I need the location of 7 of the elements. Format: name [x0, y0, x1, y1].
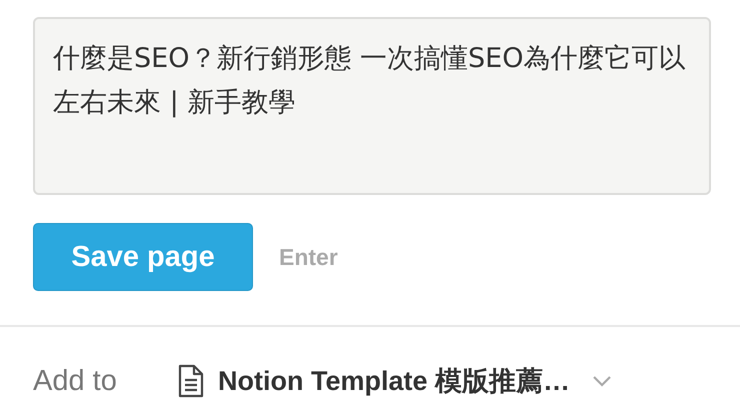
title-field[interactable]: 什麼是SEO？新行銷形態 一次搞懂SEO為什麼它可以左右未來 | 新手教學 — [33, 17, 711, 195]
page-picker[interactable]: Notion Template 模版推薦… — [178, 363, 612, 399]
chevron-icon — [592, 375, 612, 387]
add-to-label: Add to — [33, 364, 118, 398]
page-name: Notion Template 模版推薦… — [218, 365, 570, 398]
shortcut-hint: Enter — [279, 244, 338, 270]
document-icon — [178, 364, 204, 398]
